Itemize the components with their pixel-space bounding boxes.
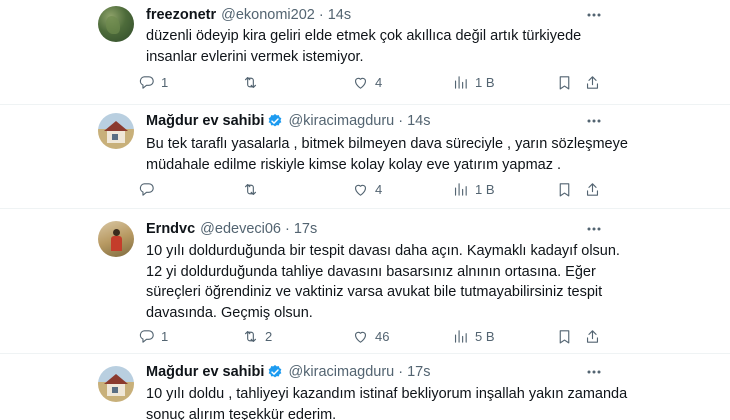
bookmark-button[interactable] <box>556 326 573 346</box>
display-name[interactable]: Mağdur ev sahibi <box>146 113 264 129</box>
reply-count: 1 <box>161 74 169 90</box>
tweet-3[interactable]: Erndvc @edeveci06 · 17s 10 yılı doldurdu… <box>0 209 730 353</box>
repost-button[interactable] <box>242 72 265 92</box>
tweet-text-line: sonuç alırım teşekkür ederim. <box>146 406 337 420</box>
like-button[interactable]: 4 <box>352 72 382 92</box>
repost-button[interactable] <box>242 179 265 199</box>
tweet-text-line: düzenli ödeyip kira geliri elde etmek ço… <box>146 28 582 44</box>
tweet-header: freezonetr @ekonomi202 · 14s <box>146 6 351 24</box>
user-handle[interactable]: @kiracimagduru <box>288 113 394 129</box>
tweet-text: Bu tek taraflı yasalarla , bitmek bilmey… <box>146 134 628 175</box>
views-icon <box>454 182 467 196</box>
tweet-1[interactable]: freezonetr @ekonomi202 · 14s düzenli öde… <box>0 0 730 104</box>
tweet-text-line: 10 yılı doldurduğunda bir tespit davası … <box>146 243 620 259</box>
bookmark-icon <box>559 182 570 196</box>
user-handle[interactable]: @kiracimagduru <box>288 364 394 380</box>
views-button[interactable]: 1 B <box>452 72 495 92</box>
views-icon <box>454 329 467 343</box>
like-count: 46 <box>375 328 390 344</box>
like-icon <box>354 77 367 89</box>
timestamp[interactable]: 17s <box>294 221 317 237</box>
reply-button[interactable]: 1 <box>138 326 168 346</box>
display-name[interactable]: Erndvc <box>146 221 195 237</box>
views-count: 5 B <box>475 328 495 344</box>
verified-badge-icon <box>269 365 282 378</box>
user-handle[interactable]: @ekonomi202 <box>221 7 315 23</box>
tweet-2[interactable]: Mağdur ev sahibi @kiracimagduru · 14s Bu… <box>0 105 730 201</box>
separator-dot: · <box>318 7 324 23</box>
tweet-text-line: Bu tek taraflı yasalarla , bitmek bilmey… <box>146 136 628 152</box>
bookmark-button[interactable] <box>556 179 573 199</box>
reply-icon <box>139 329 154 343</box>
tweet-text-line: müdahale edilme riskiyle kimse kolay kol… <box>146 156 562 173</box>
reply-icon <box>139 182 154 196</box>
bookmark-icon <box>559 75 570 89</box>
more-icon[interactable] <box>585 220 603 238</box>
reply-icon <box>139 75 154 89</box>
display-name[interactable]: Mağdur ev sahibi <box>146 364 264 380</box>
views-count: 1 B <box>475 74 495 90</box>
repost-icon <box>244 76 257 88</box>
like-icon <box>354 184 367 196</box>
share-icon <box>586 75 599 89</box>
like-count: 4 <box>375 74 383 90</box>
separator-dot: · <box>398 364 404 380</box>
avatar[interactable] <box>98 366 134 402</box>
tweet-text-line: 12 yi doldurduğunda tahliye davasını bas… <box>146 263 596 280</box>
avatar[interactable] <box>98 221 134 257</box>
like-button[interactable]: 46 <box>352 326 389 346</box>
tweet-header: Erndvc @edeveci06 · 17s <box>146 220 317 238</box>
reply-button[interactable]: 1 <box>138 72 168 92</box>
tweet-text: düzenli ödeyip kira geliri elde etmek ço… <box>146 26 616 67</box>
tweet-header: Mağdur ev sahibi @kiracimagduru · 14s <box>146 112 430 130</box>
views-icon <box>454 75 467 89</box>
avatar[interactable] <box>98 113 134 149</box>
bookmark-button[interactable] <box>556 72 573 92</box>
share-icon <box>586 329 599 343</box>
share-icon <box>586 182 599 196</box>
tweet-text-line: süreçleri öğrendiniz ve vaktiniz varsa a… <box>146 284 603 300</box>
repost-icon <box>244 183 257 195</box>
tweet-text: 10 yılı doldurduğunda bir tespit davası … <box>146 241 620 323</box>
views-button[interactable]: 1 B <box>452 179 495 199</box>
views-button[interactable]: 5 B <box>452 326 495 346</box>
separator-dot: · <box>398 113 404 129</box>
more-icon[interactable] <box>585 112 603 130</box>
more-icon[interactable] <box>585 6 603 24</box>
like-button[interactable]: 4 <box>352 179 382 199</box>
tweet-text-line: insanlar evlerini vermek istemiyor. <box>146 48 364 65</box>
share-button[interactable] <box>584 326 601 346</box>
like-count: 4 <box>375 181 383 197</box>
display-name[interactable]: freezonetr <box>146 7 216 23</box>
action-bar: 1 2 46 5 B <box>138 326 608 346</box>
separator-dot: · <box>285 221 290 237</box>
tweet-text: 10 yılı doldu , tahliyeyi kazandım istin… <box>146 384 628 420</box>
repost-button[interactable]: 2 <box>242 326 272 346</box>
like-icon <box>354 331 367 343</box>
tweet-text-line: davasında. Geçmiş olsun. <box>146 304 313 321</box>
verified-badge-icon <box>269 114 282 127</box>
avatar[interactable] <box>98 6 134 42</box>
bookmark-icon <box>559 329 570 343</box>
repost-icon <box>244 330 257 342</box>
timestamp[interactable]: 14s <box>328 7 351 23</box>
user-handle[interactable]: @edeveci06 <box>200 221 281 237</box>
tweet-text-line: 10 yılı doldu , tahliyeyi kazandım istin… <box>146 386 628 402</box>
timestamp[interactable]: 14s <box>407 113 430 129</box>
repost-count: 2 <box>265 328 273 344</box>
reply-button[interactable] <box>138 179 161 199</box>
more-icon[interactable] <box>585 363 603 381</box>
views-count: 1 B <box>475 181 495 197</box>
action-bar: 1 4 1 B <box>138 72 608 92</box>
share-button[interactable] <box>584 179 601 199</box>
tweet-header: Mağdur ev sahibi @kiracimagduru · 17s <box>146 363 430 381</box>
tweet-4[interactable]: Mağdur ev sahibi @kiracimagduru · 17s 10… <box>0 354 730 420</box>
timestamp[interactable]: 17s <box>407 364 430 380</box>
reply-count: 1 <box>161 328 169 344</box>
share-button[interactable] <box>584 72 601 92</box>
action-bar: 4 1 B <box>138 179 608 199</box>
